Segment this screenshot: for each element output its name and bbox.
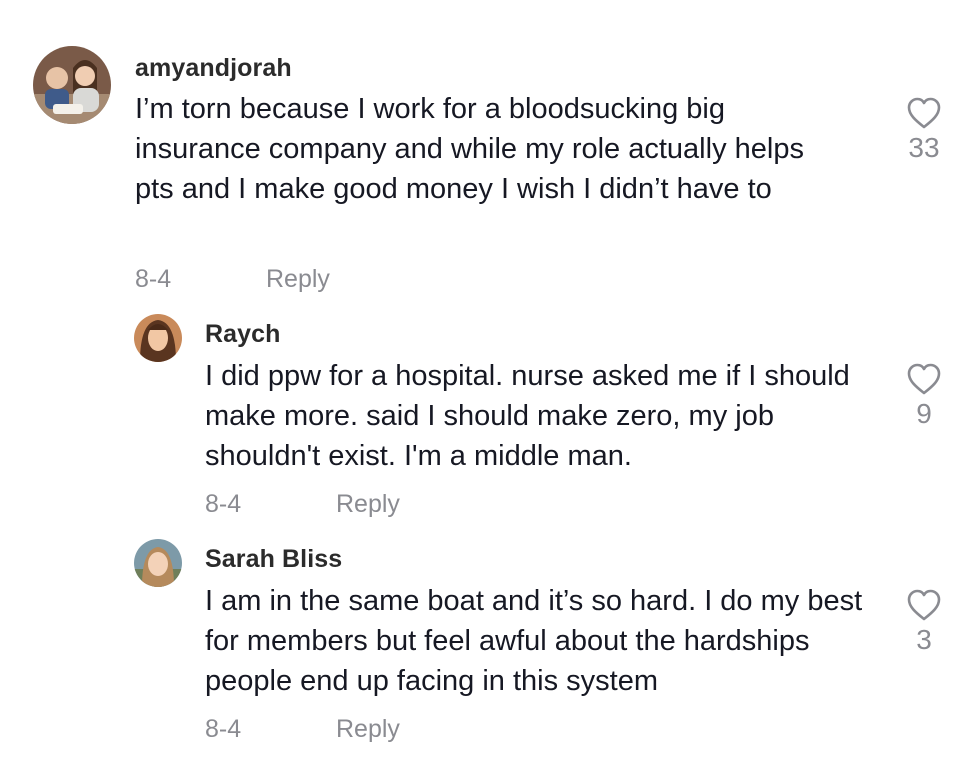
reply-button[interactable]: Reply xyxy=(336,715,400,744)
like-count: 3 xyxy=(916,624,932,655)
avatar[interactable] xyxy=(134,314,182,362)
like-control: 9 xyxy=(894,362,954,430)
reply-button[interactable]: Reply xyxy=(266,265,330,294)
comment-username[interactable]: Raych xyxy=(205,320,281,349)
heart-outline-icon[interactable] xyxy=(906,362,942,396)
avatar-photo-icon xyxy=(134,539,182,587)
reply-button[interactable]: Reply xyxy=(336,490,400,519)
avatar-photo-icon xyxy=(33,46,111,124)
heart-outline-icon[interactable] xyxy=(906,96,942,130)
like-count: 9 xyxy=(916,398,932,429)
like-control: 33 xyxy=(894,96,954,164)
comment-username[interactable]: amyandjorah xyxy=(135,54,292,83)
like-control: 3 xyxy=(894,588,954,656)
avatar[interactable] xyxy=(33,46,111,124)
comment-text: I’m torn because I work for a bloodsucki… xyxy=(135,93,804,205)
avatar[interactable] xyxy=(134,539,182,587)
comment-date: 8-4 xyxy=(205,490,242,518)
comment-text: I did ppw for a hospital. nurse asked me… xyxy=(205,360,850,472)
like-count: 33 xyxy=(908,132,940,163)
avatar-photo-icon xyxy=(134,314,182,362)
heart-outline-icon[interactable] xyxy=(906,588,942,622)
comment-text: I am in the same boat and it’s so hard. … xyxy=(205,585,863,697)
comment-username[interactable]: Sarah Bliss xyxy=(205,545,342,574)
comment-date: 8-4 xyxy=(135,265,172,293)
comment-date: 8-4 xyxy=(205,715,242,743)
